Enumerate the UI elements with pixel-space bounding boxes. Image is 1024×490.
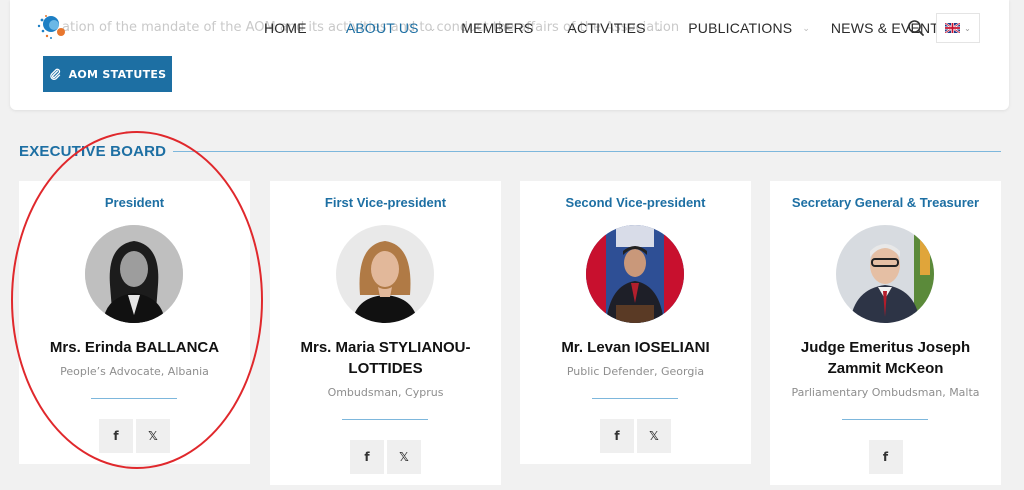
- nav-item-home[interactable]: HOME: [264, 20, 307, 36]
- uk-flag-icon: [945, 23, 961, 33]
- site-header: HOME ABOUT US ⌄ MEMBERS ACTIVITIES ⌄ PUB…: [0, 0, 1024, 56]
- nav-item-members[interactable]: MEMBERS: [461, 20, 533, 36]
- nav-label: PUBLICATIONS: [688, 20, 793, 36]
- facebook-icon[interactable]: f: [350, 440, 384, 474]
- language-selector[interactable]: ⌄: [936, 13, 980, 43]
- member-name: Judge Emeritus Joseph Zammit McKeon: [800, 339, 971, 377]
- x-twitter-icon[interactable]: 𝕏: [136, 419, 170, 453]
- nav-item-activities[interactable]: ACTIVITIES ⌄: [567, 20, 688, 36]
- card-divider: [342, 419, 428, 420]
- member-role: President: [104, 195, 165, 210]
- card-divider: [592, 398, 678, 399]
- nav-label: NEWS & EVENTS: [830, 20, 949, 36]
- paperclip-icon: [49, 68, 60, 80]
- card-divider: [91, 398, 177, 399]
- nav-label: ABOUT US: [345, 20, 419, 36]
- nav-label: MEMBERS: [461, 20, 534, 36]
- board-member-card: First Vice-president Mrs. Maria STYLIANO…: [270, 181, 501, 485]
- section-title: EXECUTIVE BOARD: [19, 143, 167, 160]
- board-member-card: President Mrs. Erinda BALLANCA People’s …: [19, 181, 250, 464]
- member-photo: [85, 225, 183, 323]
- social-links: f: [770, 440, 1001, 474]
- nav-label: ACTIVITIES: [567, 20, 646, 36]
- member-description: Ombudsman, Cyprus: [327, 386, 444, 399]
- nav-item-publications[interactable]: PUBLICATIONS ⌄: [688, 20, 831, 36]
- member-description: Public Defender, Georgia: [566, 365, 705, 378]
- board-member-card: Second Vice-president Mr. Levan IOSELIAN…: [520, 181, 751, 464]
- search-icon[interactable]: [907, 19, 925, 37]
- nav-label: HOME: [264, 20, 307, 36]
- member-role: Secretary General & Treasurer: [791, 195, 980, 210]
- x-twitter-icon[interactable]: 𝕏: [387, 440, 421, 474]
- member-name: Mr. Levan IOSELIANI: [561, 339, 710, 356]
- member-name: Mrs. Erinda BALLANCA: [49, 339, 220, 356]
- chevron-down-icon: ⌄: [428, 22, 437, 33]
- board-member-card: Secretary General & Treasurer Judge Emer…: [770, 181, 1001, 485]
- facebook-icon[interactable]: f: [600, 419, 634, 453]
- facebook-icon[interactable]: f: [868, 440, 903, 474]
- member-role: First Vice-president: [324, 195, 447, 210]
- chevron-down-icon: ⌄: [964, 23, 971, 33]
- aom-statutes-label: AOM STATUTES: [68, 67, 167, 81]
- social-links: f 𝕏: [520, 419, 751, 453]
- member-photo: [336, 225, 434, 323]
- member-role: Second Vice-president: [565, 195, 706, 210]
- member-description: People’s Advocate, Albania: [60, 365, 209, 378]
- section-divider: [173, 151, 1001, 152]
- member-photo: [586, 225, 684, 323]
- main-nav: HOME ABOUT US ⌄ MEMBERS ACTIVITIES ⌄ PUB…: [264, 20, 949, 36]
- aom-statutes-button[interactable]: AOM STATUTES: [43, 56, 172, 92]
- chevron-down-icon: ⌄: [802, 22, 810, 33]
- nav-item-about-us[interactable]: ABOUT US ⌄: [346, 20, 461, 36]
- member-name: Mrs. Maria STYLIANOU-LOTTIDES: [300, 339, 471, 377]
- aom-logo: [37, 15, 65, 39]
- x-twitter-icon[interactable]: 𝕏: [637, 419, 671, 453]
- chevron-down-icon: ⌄: [655, 22, 664, 33]
- member-photo: [836, 225, 934, 323]
- facebook-icon[interactable]: f: [99, 419, 133, 453]
- nav-item-news-events[interactable]: NEWS & EVENTS: [831, 20, 949, 36]
- social-links: f 𝕏: [270, 440, 501, 474]
- social-links: f 𝕏: [19, 419, 250, 453]
- card-divider: [842, 419, 928, 420]
- member-description: Parliamentary Ombudsman, Malta: [791, 386, 980, 399]
